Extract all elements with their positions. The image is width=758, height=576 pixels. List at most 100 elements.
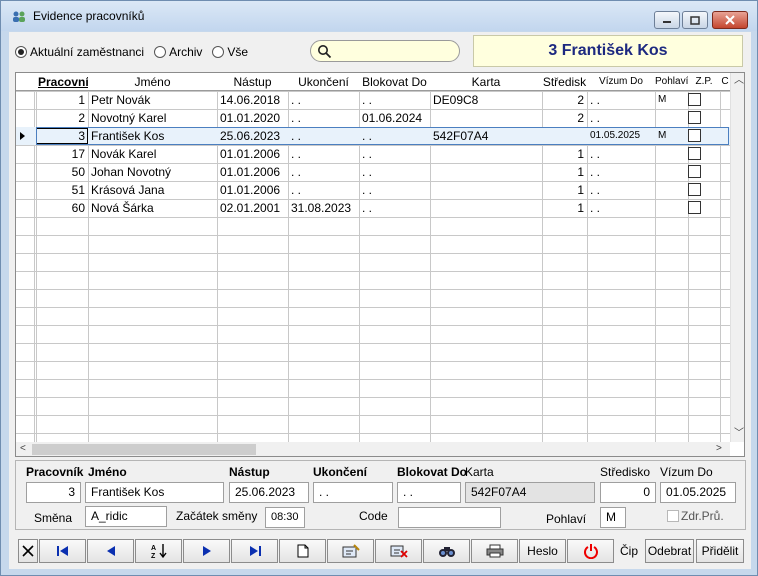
cell-gender: M	[658, 94, 667, 105]
printer-icon	[486, 544, 503, 558]
scroll-left-icon[interactable]: <	[20, 444, 26, 454]
cell-visa: . .	[590, 93, 601, 107]
col-header-name[interactable]: Jméno	[88, 73, 217, 91]
label-code: Code	[359, 509, 388, 523]
sort-button[interactable]: A Z	[135, 539, 182, 563]
col-header-c[interactable]: C	[720, 73, 730, 91]
password-button[interactable]: Heslo	[519, 539, 566, 563]
maximize-button[interactable]	[682, 11, 708, 29]
print-button[interactable]	[471, 539, 518, 563]
card-field: 542F07A4	[465, 482, 595, 503]
scroll-up-icon[interactable]: ︿	[734, 76, 744, 86]
scroll-right-icon[interactable]: >	[716, 444, 722, 454]
main-window: Evidence pracovníků Aktuální zaměstnanci…	[0, 0, 758, 576]
label-visa: Vízum Do	[660, 465, 713, 479]
visa-field[interactable]: 01.05.2025	[660, 482, 736, 503]
col-header-block[interactable]: Blokovat Do	[359, 73, 430, 91]
new-record-button[interactable]	[279, 539, 326, 563]
col-header-visa[interactable]: Vízum Do	[587, 73, 655, 91]
col-header-gender[interactable]: Pohlaví	[655, 73, 688, 91]
table-row[interactable]: 50 Johan Novotný 01.01.2006 . . . . 1 . …	[16, 163, 730, 181]
shift-start-field[interactable]: 08:30	[265, 507, 305, 528]
zp-checkbox[interactable]	[688, 129, 701, 142]
cell-gender	[655, 109, 688, 127]
col-header-end[interactable]: Ukončení	[288, 73, 359, 91]
binoculars-icon	[438, 547, 455, 557]
find-button[interactable]	[423, 539, 470, 563]
previous-record-button[interactable]	[87, 539, 134, 563]
table-row[interactable]: 17 Novák Karel 01.01.2006 . . . . 1 . .	[16, 145, 730, 163]
cell-gender	[655, 145, 688, 163]
shift-field[interactable]: A_ridic	[85, 506, 167, 527]
cell-name: Krásová Jana	[91, 183, 165, 197]
zp-checkbox[interactable]	[688, 201, 701, 214]
end-field[interactable]: . .	[313, 482, 393, 503]
worker-field[interactable]: 3	[26, 482, 81, 503]
gender-field[interactable]: M	[600, 507, 626, 528]
filter-archive-radio[interactable]: Archiv	[154, 45, 202, 59]
start-field[interactable]: 25.06.2023	[229, 482, 309, 503]
zp-checkbox[interactable]	[688, 165, 701, 178]
cell-name: František Kos	[91, 129, 165, 143]
cell-card	[430, 163, 542, 181]
cell-start: 01.01.2006	[220, 165, 281, 179]
center-field[interactable]: 0	[600, 482, 656, 503]
health-checkbox[interactable]	[667, 510, 679, 522]
cell-end: . .	[291, 147, 302, 161]
title-bar[interactable]: Evidence pracovníků	[1, 1, 757, 31]
cell-visa: . .	[590, 111, 601, 125]
edit-record-button[interactable]	[327, 539, 374, 563]
cell-name: Petr Novák	[91, 93, 151, 107]
col-header-zp[interactable]: Z.P.	[688, 73, 720, 91]
edit-icon	[342, 544, 360, 558]
minimize-button[interactable]	[654, 11, 680, 29]
filter-all-radio[interactable]: Vše	[212, 45, 248, 59]
search-icon	[318, 45, 332, 59]
close-button[interactable]	[712, 11, 748, 29]
cell-worker: 50	[71, 165, 85, 179]
delete-record-button[interactable]	[375, 539, 422, 563]
table-row-selected[interactable]: 3 František Kos 25.06.2023 . . . . 542F0…	[16, 127, 730, 145]
next-record-button[interactable]	[183, 539, 230, 563]
vertical-scrollbar[interactable]: ︿ ﹀	[730, 73, 744, 442]
zp-checkbox[interactable]	[688, 111, 701, 124]
table-row[interactable]: 51 Krásová Jana 01.01.2006 . . . . 1 . .	[16, 181, 730, 199]
col-header-start[interactable]: Nástup	[217, 73, 288, 91]
cell-name: Novotný Karel	[91, 111, 167, 125]
remove-chip-button[interactable]: Odebrat	[645, 539, 694, 563]
bottom-toolbar: A Z Heslo Čip Odebrat Přidělit	[15, 538, 746, 564]
employee-grid[interactable]: Pracovník Jméno Nástup Ukončení Blokovat…	[15, 72, 745, 457]
label-end: Ukončení	[313, 465, 368, 479]
table-row[interactable]: 2 Novotný Karel 01.01.2020 . . 01.06.202…	[16, 109, 730, 127]
chip-label: Čip	[620, 544, 639, 558]
zp-checkbox[interactable]	[688, 93, 701, 106]
table-row[interactable]: 1 Petr Novák 14.06.2018 . . . . DE09C8 2…	[16, 91, 730, 109]
name-field[interactable]: František Kos	[85, 482, 224, 503]
cell-card	[430, 109, 542, 127]
filter-current-radio[interactable]: Aktuální zaměstnanci	[15, 45, 144, 59]
cell-block: 01.06.2024	[362, 111, 423, 125]
x-icon	[22, 545, 34, 557]
col-header-card[interactable]: Karta	[430, 73, 542, 91]
zp-checkbox[interactable]	[688, 183, 701, 196]
last-record-button[interactable]	[231, 539, 278, 563]
horizontal-scrollbar[interactable]: < >	[16, 442, 730, 456]
scroll-down-icon[interactable]: ﹀	[734, 429, 744, 439]
assign-chip-button[interactable]: Přidělit	[696, 539, 744, 563]
cell-block: . .	[362, 93, 373, 107]
search-input[interactable]	[310, 40, 460, 62]
svg-text:Z: Z	[151, 553, 156, 559]
cell-start: 14.06.2018	[220, 93, 281, 107]
col-header-center[interactable]: Středisk	[542, 73, 587, 91]
cancel-button[interactable]	[18, 539, 38, 563]
zp-checkbox[interactable]	[688, 147, 701, 160]
horizontal-scroll-thumb[interactable]	[32, 444, 256, 455]
power-button[interactable]	[567, 539, 614, 563]
first-record-button[interactable]	[39, 539, 86, 563]
cell-end: 31.08.2023	[291, 201, 352, 215]
block-field[interactable]: . .	[397, 482, 461, 503]
col-header-worker[interactable]: Pracovník	[36, 73, 88, 91]
table-row[interactable]: 60 Nová Šárka 02.01.2001 31.08.2023 . . …	[16, 199, 730, 217]
cell-block: . .	[362, 147, 373, 161]
code-field[interactable]	[398, 507, 501, 528]
